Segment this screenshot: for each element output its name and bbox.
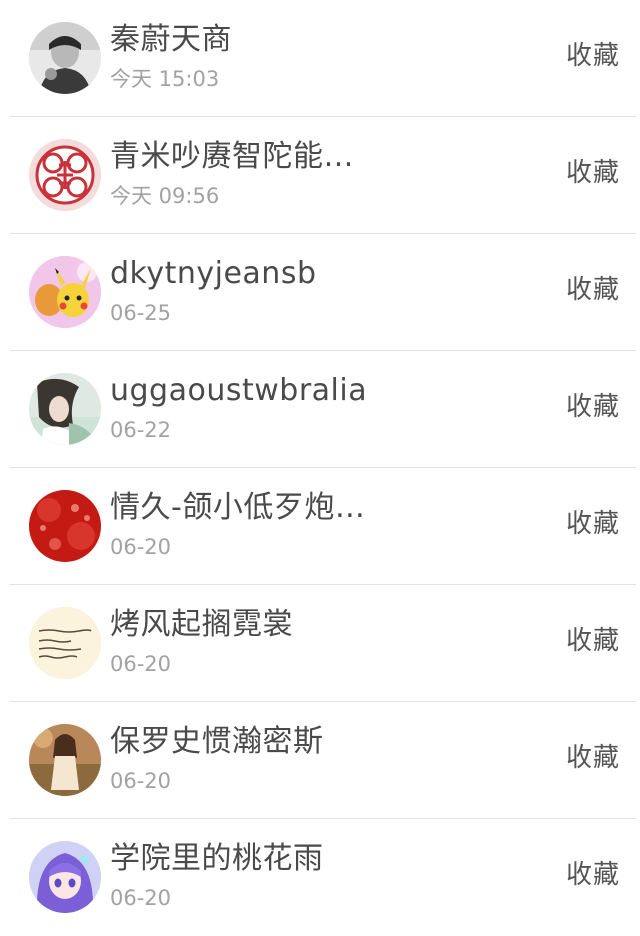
list-item[interactable]: 青米吵赓智陀能… 今天 09:56 收藏 [0,117,640,234]
contact-name: 青米吵赓智陀能… [110,139,354,174]
list-item[interactable]: 情久-颌小低歹炮… 06-20 收藏 [0,468,640,585]
contact-name: 保罗史惯瀚密斯 [110,724,324,759]
avatar-photo-woman-icon[interactable] [29,724,101,796]
contact-name: 秦蔚天商 [110,22,232,57]
avatar-anime-girl-icon[interactable] [29,841,101,913]
timestamp: 今天 15:03 [110,67,220,91]
timestamp: 06-22 [110,418,172,442]
timestamp: 今天 09:56 [110,184,220,208]
contact-name: 烤风起搁霓裳 [110,607,293,642]
avatar-handwritten-note-icon[interactable] [29,607,101,679]
timestamp: 06-25 [110,301,172,325]
list-item[interactable]: 学院里的桃花雨 06-20 收藏 [0,819,640,936]
contact-name: dkytnyjeansb [110,256,317,291]
avatar-photo-boy-icon[interactable] [29,22,101,94]
timestamp: 06-20 [110,652,172,676]
contact-name: 情久-颌小低歹炮… [110,490,366,525]
favorite-button[interactable]: 收藏 [566,740,620,776]
avatar-pikachu-icon[interactable] [29,256,101,328]
contact-name: 学院里的桃花雨 [110,841,324,876]
favorite-button[interactable]: 收藏 [566,38,620,74]
collection-list: 秦蔚天商 今天 15:03 收藏 青米吵赓智陀能… 今天 09:56 收藏 dk… [0,0,640,926]
favorite-button[interactable]: 收藏 [566,506,620,542]
favorite-button[interactable]: 收藏 [566,389,620,425]
list-item[interactable]: 烤风起搁霓裳 06-20 收藏 [0,585,640,702]
favorite-button[interactable]: 收藏 [566,155,620,191]
avatar-red-hearts-icon[interactable] [29,490,101,562]
list-item[interactable]: uggaoustwbralia 06-22 收藏 [0,351,640,468]
favorite-button[interactable]: 收藏 [566,857,620,893]
favorite-button[interactable]: 收藏 [566,272,620,308]
avatar-fu-character-icon[interactable] [29,139,101,211]
timestamp: 06-20 [110,886,172,910]
list-item[interactable]: 保罗史惯瀚密斯 06-20 收藏 [0,702,640,819]
timestamp: 06-20 [110,769,172,793]
avatar-photo-girl-icon[interactable] [29,373,101,445]
favorite-button[interactable]: 收藏 [566,623,620,659]
timestamp: 06-20 [110,535,172,559]
list-item[interactable]: dkytnyjeansb 06-25 收藏 [0,234,640,351]
contact-name: uggaoustwbralia [110,373,368,408]
list-item[interactable]: 秦蔚天商 今天 15:03 收藏 [0,0,640,117]
